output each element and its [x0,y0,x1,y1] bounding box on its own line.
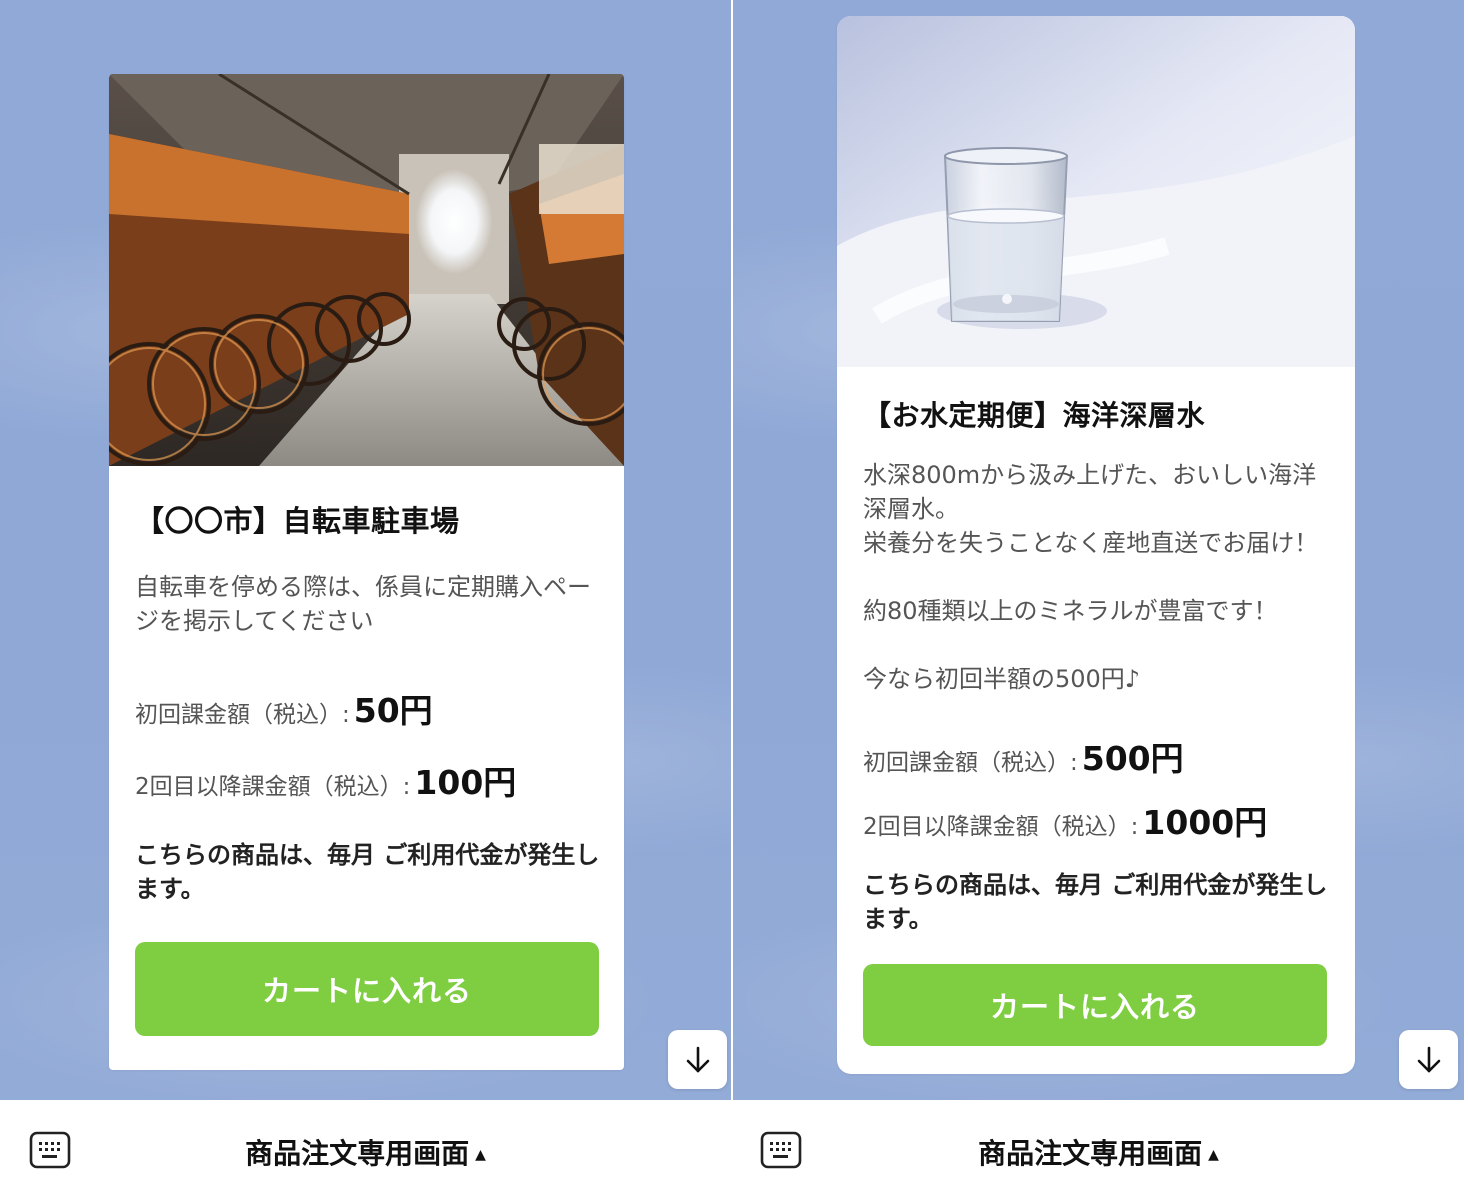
rich-menu-toggle[interactable]: 商品注文専用画面 ▲ [733,1132,1464,1172]
first-charge-value: 50円 [353,691,433,730]
first-charge-value: 500円 [1081,739,1184,778]
first-charge-row: 初回課金額（税込）: 50円 [135,684,433,732]
bicycle-parking-photo [109,74,624,466]
rich-menu-bar: 商品注文専用画面 ▲ [733,1100,1464,1201]
caret-up-icon: ▲ [1208,1147,1219,1163]
product-description: 水深800mから汲み上げた、おいしい海洋深層水。 栄養分を失うことなく産地直送で… [863,461,1319,693]
rich-menu-title: 商品注文専用画面 [245,1137,470,1170]
chat-screen-left: 【〇〇市】自転車駐車場 自転車を停める際は、係員に定期購入ページを掲示してくださ… [0,0,731,1201]
product-card: 【お水定期便】海洋深層水 水深800mから汲み上げた、おいしい海洋深層水。 栄養… [837,16,1355,1074]
rich-menu-bar: 商品注文専用画面 ▲ [0,1100,731,1201]
add-to-cart-button[interactable]: カートに入れる [863,964,1327,1046]
recurring-charge-row: 2回目以降課金額（税込）: 1000円 [863,796,1267,844]
recurring-charge-value: 100円 [414,763,517,802]
glass-of-water-photo [837,16,1355,367]
billing-notice: こちらの商品は、毎月 ご利用代金が発生します。 [135,841,600,903]
first-charge-label: 初回課金額（税込）: [135,702,350,728]
product-card: 【〇〇市】自転車駐車場 自転車を停める際は、係員に定期購入ページを掲示してくださ… [109,74,624,1070]
product-description: 自転車を停める際は、係員に定期購入ページを掲示してください [135,573,591,635]
product-title: 【〇〇市】自転車駐車場 [135,504,460,538]
first-charge-row: 初回課金額（税込）: 500円 [863,732,1184,780]
recurring-charge-row: 2回目以降課金額（税込）: 100円 [135,756,516,804]
arrow-down-icon [686,1046,709,1072]
billing-notice: こちらの商品は、毎月 ご利用代金が発生します。 [863,871,1328,933]
rich-menu-title: 商品注文専用画面 [978,1137,1203,1170]
first-charge-label: 初回課金額（税込）: [863,750,1078,776]
recurring-charge-value: 1000円 [1142,803,1268,842]
rich-menu-toggle[interactable]: 商品注文専用画面 ▲ [0,1132,731,1172]
caret-up-icon: ▲ [475,1147,486,1163]
product-title: 【お水定期便】海洋深層水 [863,399,1206,432]
scroll-down-button[interactable] [668,1030,727,1089]
recurring-charge-label: 2回目以降課金額（税込）: [863,814,1139,840]
scroll-down-button[interactable] [1399,1030,1458,1089]
add-to-cart-button[interactable]: カートに入れる [135,942,599,1036]
recurring-charge-label: 2回目以降課金額（税込）: [135,774,411,800]
chat-screen-right: 【お水定期便】海洋深層水 水深800mから汲み上げた、おいしい海洋深層水。 栄養… [733,0,1464,1201]
arrow-down-icon [1417,1046,1440,1072]
